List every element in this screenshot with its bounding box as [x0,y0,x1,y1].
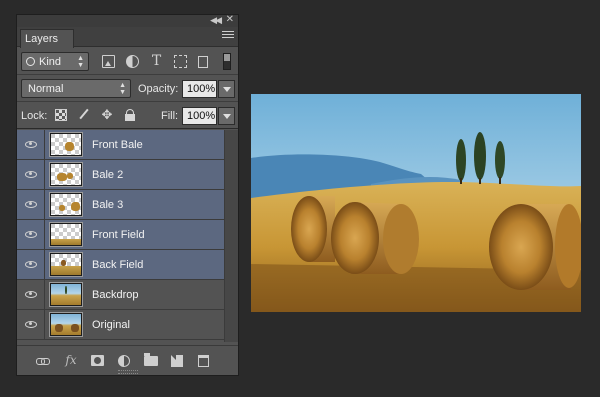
layer-thumbnail [49,252,83,277]
layer-thumbnail [49,132,83,157]
layer-thumbnail [49,222,83,247]
tab-layers[interactable]: Layers [20,29,74,48]
fill-field[interactable]: 100% [182,107,217,125]
layer-name: Bale 3 [92,199,124,211]
layer-thumbnail [49,312,83,337]
delete-layer-trash-icon[interactable] [198,355,209,367]
visibility-toggle[interactable] [17,250,45,279]
dropdown-arrows-icon: ▲ ▼ [119,82,126,96]
new-layer-icon[interactable] [171,355,183,367]
layer-row-front-field[interactable]: Front Field [17,220,224,250]
layer-row-bale-3[interactable]: Bale 3 [17,190,224,220]
layer-thumbnail [49,282,83,307]
canvas-photo-hay-bales [251,94,581,312]
layer-list: Front Bale Bale 2 Bale 3 Front Field Bac… [17,130,224,342]
eye-icon [25,171,37,178]
adjustment-layer-filter-icon[interactable] [126,55,139,68]
opacity-field[interactable]: 100% [182,80,217,98]
opacity-label: Opacity: [138,83,179,95]
visibility-toggle[interactable] [17,220,45,249]
dropdown-arrows-icon: ▲ ▼ [77,55,84,69]
layer-row-front-bale[interactable]: Front Bale [17,130,224,160]
layers-panel: ◀◀ ✕ Layers Kind ▲ ▼ T Normal ▲ ▼ Opacity:… [16,14,239,376]
eye-icon [25,291,37,298]
filter-kind-dropdown[interactable]: Kind ▲ ▼ [21,52,89,71]
fill-label: Fill: [161,110,179,122]
layer-name: Original [92,319,130,331]
visibility-toggle[interactable] [17,190,45,219]
lock-label: Lock: [21,110,48,122]
eye-icon [25,261,37,268]
eye-icon [25,231,37,238]
lock-transparent-pixels-icon[interactable] [55,109,67,121]
layer-row-bale-2[interactable]: Bale 2 [17,160,224,190]
visibility-toggle[interactable] [17,280,45,309]
smart-object-filter-icon[interactable] [198,56,208,68]
lock-position-move-icon[interactable]: ✥ [101,108,113,121]
layer-thumbnail [49,162,83,187]
layer-name: Back Field [92,259,144,271]
layer-name: Bale 2 [92,169,124,181]
eye-icon [25,201,37,208]
blend-mode-dropdown[interactable]: Normal ▲ ▼ [21,79,131,98]
panel-title-bar: ◀◀ ✕ [17,14,238,27]
visibility-toggle[interactable] [17,130,45,159]
close-icon[interactable]: ✕ [226,14,234,25]
canvas-image [251,94,581,312]
layer-name: Front Field [92,229,145,241]
eye-icon [25,141,37,148]
link-layers-icon[interactable] [36,355,50,366]
opacity-slider-button[interactable] [218,80,235,98]
lock-image-pixels-brush-icon[interactable] [78,109,90,121]
fx-layer-style-icon[interactable]: fx [63,354,79,366]
collapse-panel-icon[interactable]: ◀◀ [210,15,222,26]
filter-row: Kind ▲ ▼ T [17,49,238,75]
layer-thumbnail [49,192,83,217]
layer-name: Backdrop [92,289,139,301]
shape-layer-filter-icon[interactable] [174,55,187,68]
layer-row-original[interactable]: Original [17,310,224,340]
panel-resize-grip-icon[interactable] [118,370,138,374]
blend-row: Normal ▲ ▼ Opacity: 100% [17,76,238,102]
panel-bottom-toolbar: fx [17,345,238,375]
panel-menu-icon[interactable] [222,31,234,41]
visibility-toggle[interactable] [17,160,45,189]
new-group-folder-icon[interactable] [144,353,158,366]
layer-row-back-field[interactable]: Back Field [17,250,224,280]
eye-icon [25,321,37,328]
lock-all-icon[interactable] [124,109,136,121]
visibility-toggle[interactable] [17,310,45,339]
lock-row: Lock: ✥ Fill: 100% [17,103,238,129]
type-layer-filter-icon[interactable]: T [150,54,163,68]
fill-slider-button[interactable] [218,107,235,125]
add-layer-mask-icon[interactable] [91,355,104,366]
blend-mode-value: Normal [28,83,64,95]
filter-kind-label: Kind [39,56,62,68]
layer-list-scrollbar[interactable] [224,130,238,342]
panel-tab-row: Layers [17,27,238,48]
layer-name: Front Bale [92,139,143,151]
layer-row-backdrop[interactable]: Backdrop [17,280,224,310]
filter-toggle-switch[interactable] [223,53,231,70]
search-icon [26,57,35,66]
pixel-layer-filter-icon[interactable] [102,55,115,68]
new-adjustment-layer-icon[interactable] [118,355,130,367]
